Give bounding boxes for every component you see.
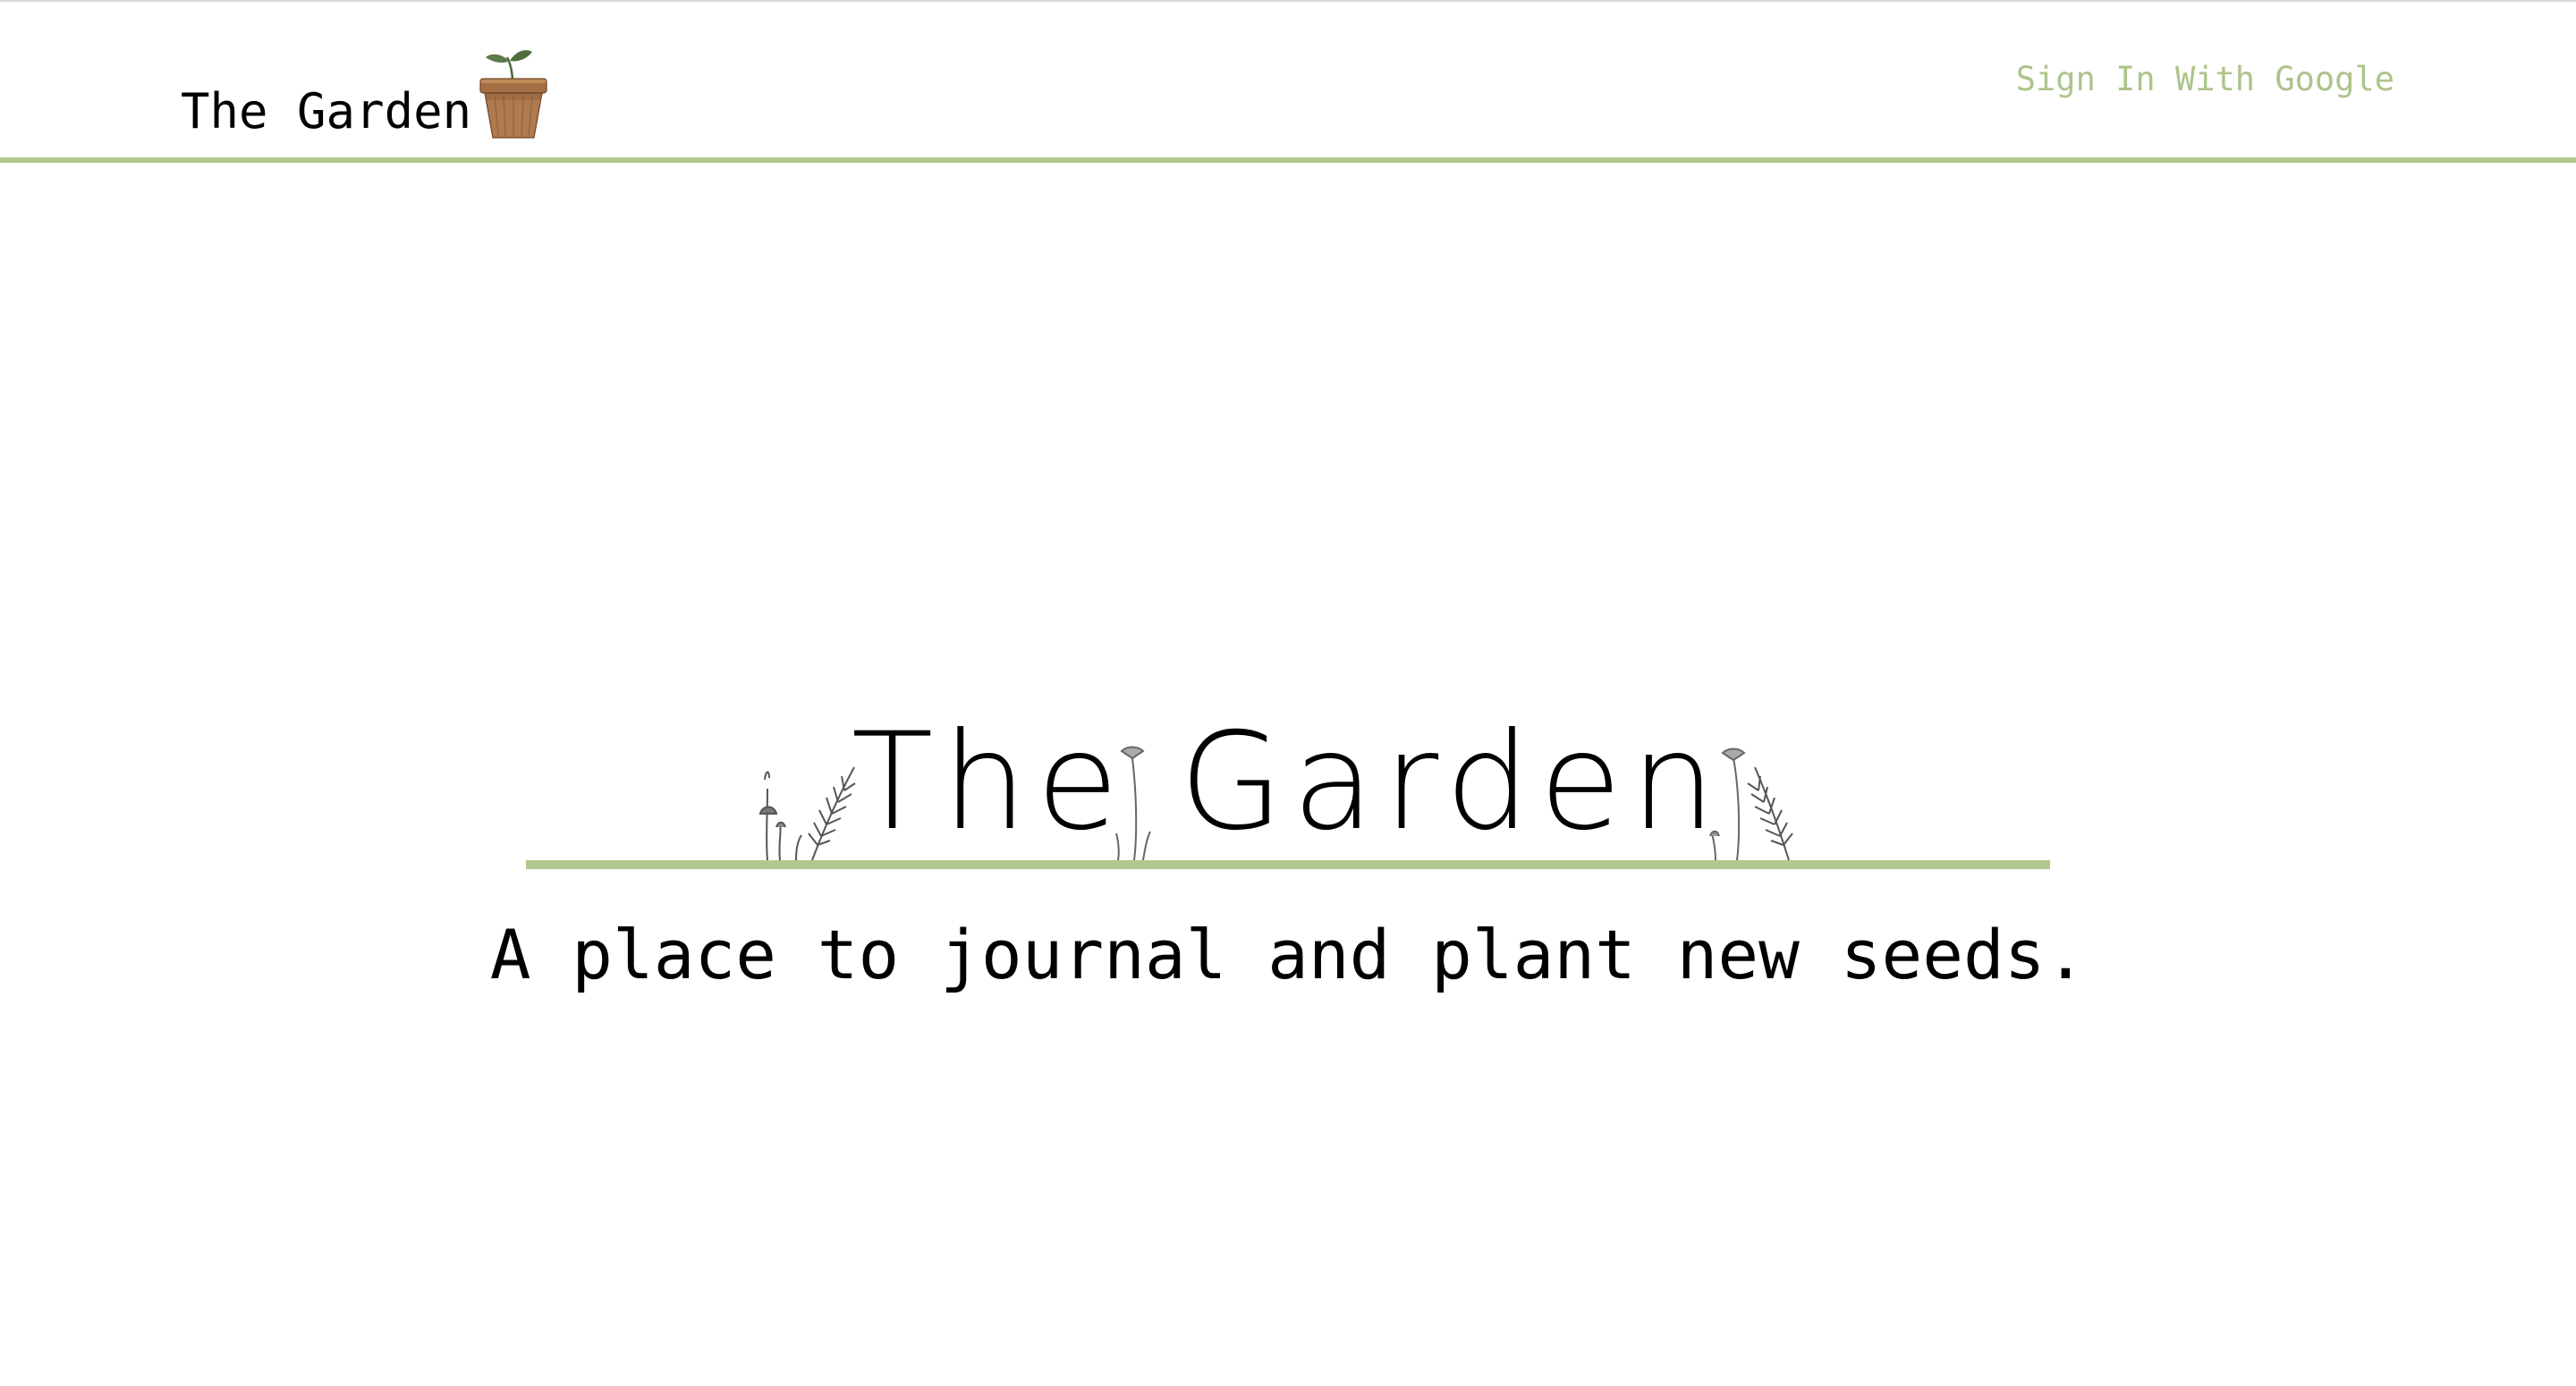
brand-label: The Garden	[181, 83, 472, 139]
site-header: The Garden Sign In With Google	[0, 0, 2576, 163]
hero-tagline: A place to journal and plant new seeds.	[489, 915, 2087, 994]
sign-in-google-button[interactable]: Sign In With Google	[2016, 63, 2394, 96]
fern-icon	[1747, 766, 1793, 861]
hero-title-row: The Garden	[0, 715, 2576, 864]
plant-pot-icon	[479, 50, 547, 139]
hero-underline	[526, 860, 2050, 869]
mushroom-icon	[758, 771, 802, 861]
fern-icon	[808, 766, 856, 861]
hero-section: The Garden A place to journal and plant …	[0, 0, 2576, 1386]
brand-home-link[interactable]: The Garden	[181, 34, 552, 141]
dandelion-icon	[1709, 748, 1746, 861]
hero-title: The Garden	[851, 705, 1725, 860]
plant-decorations	[758, 746, 1793, 861]
dandelion-icon	[1115, 746, 1151, 861]
